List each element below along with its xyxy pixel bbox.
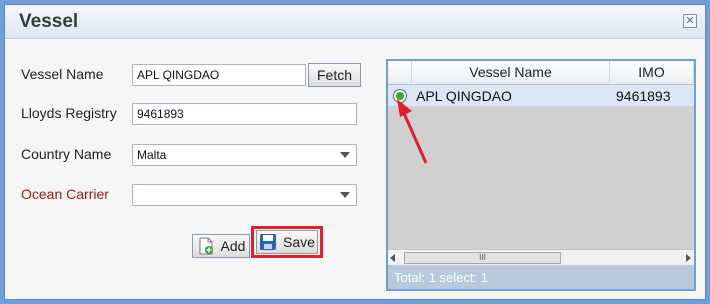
vessel-name-input[interactable]: APL QINGDAO — [132, 64, 306, 86]
horizontal-scrollbar[interactable]: III — [388, 249, 694, 265]
dialog-title: Vessel — [19, 11, 79, 32]
ocean-carrier-select[interactable] — [132, 184, 357, 206]
vessel-grid: Vessel Name IMO APL QINGDAO 9461893 III … — [386, 59, 696, 291]
country-name-select[interactable]: Malta — [132, 144, 357, 166]
dialog-body: Vessel Name APL QINGDAO Fetch Lloyds Reg… — [5, 40, 705, 299]
save-highlight-box — [251, 226, 323, 258]
lloyds-registry-label: Lloyds Registry — [21, 105, 117, 121]
table-row[interactable]: APL QINGDAO 9461893 — [388, 85, 694, 107]
scroll-thumb[interactable]: III — [404, 252, 561, 264]
dialog-titlebar: Vessel ✕ — [5, 5, 705, 39]
grid-header: Vessel Name IMO — [388, 61, 694, 85]
grid-footer: Total: 1 select: 1 — [388, 265, 694, 289]
add-button-label: Add — [220, 238, 246, 254]
annotation-arrow-icon — [397, 99, 428, 164]
grid-footer-status: Total: 1 select: 1 — [394, 270, 488, 285]
add-button[interactable]: Add — [192, 234, 250, 258]
country-name-label: Country Name — [21, 146, 112, 162]
country-name-value: Malta — [137, 148, 167, 162]
lloyds-registry-input[interactable]: 9461893 — [132, 103, 357, 125]
close-icon[interactable]: ✕ — [683, 14, 697, 28]
chevron-down-icon[interactable] — [340, 192, 350, 198]
vessel-dialog: Vessel ✕ Vessel Name APL QINGDAO Fetch L… — [4, 4, 706, 300]
scroll-right-icon[interactable] — [686, 254, 691, 262]
add-document-icon — [197, 237, 215, 255]
grid-header-imo[interactable]: IMO — [610, 61, 694, 84]
grid-header-vessel-name[interactable]: Vessel Name — [412, 61, 610, 84]
scroll-left-icon[interactable] — [390, 254, 395, 262]
ocean-carrier-label: Ocean Carrier — [21, 186, 109, 202]
vessel-name-label: Vessel Name — [21, 66, 104, 82]
grid-header-select-column — [388, 61, 412, 84]
chevron-down-icon[interactable] — [340, 152, 350, 158]
fetch-button[interactable]: Fetch — [308, 63, 361, 87]
row-imo: 9461893 — [616, 88, 671, 104]
